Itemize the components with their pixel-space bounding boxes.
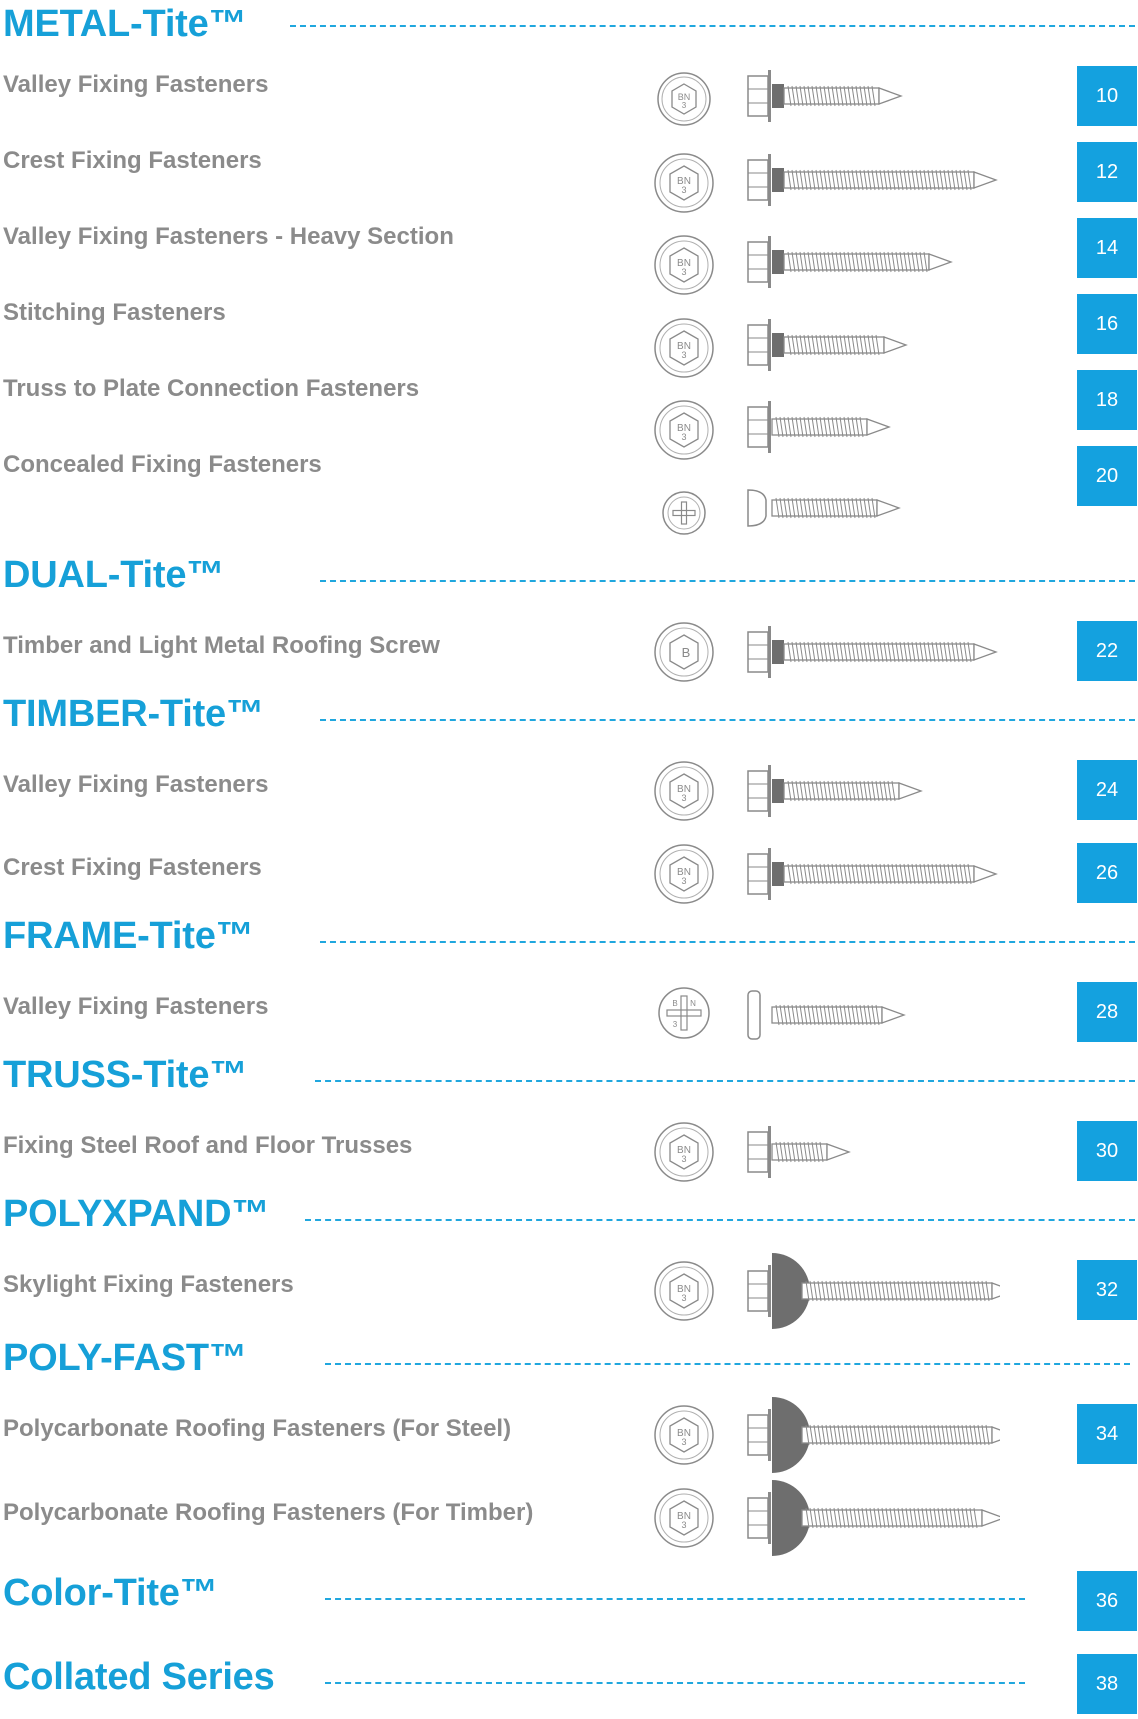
page-number-badge[interactable]: 22 [1077, 621, 1137, 681]
svg-text:3: 3 [673, 1020, 678, 1029]
page-number-badge[interactable]: 10 [1077, 66, 1137, 126]
page-number-badge[interactable]: 14 [1077, 218, 1137, 278]
section-divider [325, 1598, 1025, 1600]
item-label[interactable]: Polycarbonate Roofing Fasteners (For Ste… [3, 1414, 511, 1444]
hex-bn3-icon: BN 3 [654, 1405, 714, 1465]
page-number-badge[interactable]: 28 [1077, 982, 1137, 1042]
page-number-badge[interactable]: 34 [1077, 1404, 1137, 1464]
head-mark: 3 [681, 185, 686, 195]
item-label[interactable]: Valley Fixing Fasteners [3, 70, 268, 100]
item-label[interactable]: Concealed Fixing Fasteners [3, 450, 322, 480]
heavy-section-screw-icon [747, 236, 953, 288]
head-mark: 3 [681, 267, 686, 277]
section-heading-collated-series: Collated Series [3, 1656, 275, 1698]
hex-bn3-icon: BN 3 [654, 1261, 714, 1321]
hex-bn3-icon: BN 3 [654, 400, 714, 460]
truss-plate-screw-icon [747, 401, 891, 453]
hex-bn3-icon: BN 3 [654, 1122, 714, 1182]
head-mark: B [682, 645, 691, 660]
head-mark: 3 [681, 350, 686, 360]
page-number-badge[interactable]: 12 [1077, 142, 1137, 202]
dual-thread-screw-icon [747, 626, 998, 678]
head-mark: 3 [681, 876, 686, 886]
item-label[interactable]: Polycarbonate Roofing Fasteners (For Tim… [3, 1498, 533, 1528]
section-heading-poly-fast: POLY-FAST™ [3, 1337, 247, 1379]
section-heading-dual-tite: DUAL-Tite™ [3, 554, 225, 596]
hex-bn3-icon: BN 3 [654, 153, 714, 213]
section-divider [290, 25, 1135, 27]
section-heading-color-tite: Color-Tite™ [3, 1572, 218, 1614]
page-number-badge[interactable]: 26 [1077, 843, 1137, 903]
page-number-badge[interactable]: 38 [1077, 1654, 1137, 1714]
long-timber-screw-icon [747, 848, 998, 900]
hex-bn3-icon: BN 3 [654, 844, 714, 904]
hex-bn3-icon: BN 3 [654, 1488, 714, 1548]
phillips-bn3-icon: B N 3 [658, 987, 710, 1039]
item-label[interactable]: Fixing Steel Roof and Floor Trusses [3, 1131, 412, 1161]
head-mark: 3 [681, 1293, 686, 1303]
pan-head-screw-icon [747, 990, 906, 1040]
item-label[interactable]: Stitching Fasteners [3, 298, 226, 328]
head-mark: 3 [681, 432, 686, 442]
section-heading-frame-tite: FRAME-Tite™ [3, 915, 254, 957]
section-heading-polyxpand: POLYXPAND™ [3, 1193, 270, 1235]
short-truss-screw-icon [747, 1126, 851, 1178]
hex-bn3-icon: BN 3 [654, 318, 714, 378]
item-label[interactable]: Crest Fixing Fasteners [3, 853, 262, 883]
head-mark: 3 [681, 1437, 686, 1447]
hex-bn3-icon: BN 3 [657, 72, 711, 126]
item-label[interactable]: Valley Fixing Fasteners [3, 992, 268, 1022]
page-number-badge[interactable]: 18 [1077, 370, 1137, 430]
item-label[interactable]: Valley Fixing Fasteners - Heavy Section [3, 222, 454, 252]
section-divider [320, 580, 1135, 582]
stitching-screw-icon [747, 319, 908, 371]
section-divider [320, 941, 1135, 943]
item-label[interactable]: Crest Fixing Fasteners [3, 146, 262, 176]
self-drilling-screw-icon [747, 70, 903, 122]
svg-text:B: B [672, 999, 677, 1008]
head-mark: 3 [681, 1154, 686, 1164]
page-number-badge[interactable]: 32 [1077, 1260, 1137, 1320]
page-number-badge[interactable]: 30 [1077, 1121, 1137, 1181]
section-divider [305, 1219, 1135, 1221]
section-divider [325, 1682, 1025, 1684]
hex-bn3-icon: BN 3 [654, 761, 714, 821]
long-self-drilling-screw-icon [747, 154, 998, 206]
hex-bn3-icon: BN 3 [654, 235, 714, 295]
dome-washer-screw-icon [747, 1253, 1000, 1329]
head-mark: 3 [682, 101, 687, 110]
item-label[interactable]: Valley Fixing Fasteners [3, 770, 268, 800]
section-divider [325, 1363, 1130, 1365]
wafer-head-screw-icon [747, 489, 901, 527]
poly-steel-screw-icon [747, 1397, 1000, 1473]
hex-b-icon: B [654, 622, 714, 682]
section-heading-metal-tite: METAL-Tite™ [3, 3, 247, 45]
head-mark: 3 [681, 793, 686, 803]
section-heading-truss-tite: TRUSS-Tite™ [3, 1054, 248, 1096]
section-heading-timber-tite: TIMBER-Tite™ [3, 693, 264, 735]
poly-timber-screw-icon [747, 1480, 1000, 1556]
svg-text:N: N [690, 999, 696, 1008]
section-divider [320, 719, 1135, 721]
section-divider [315, 1080, 1135, 1082]
page-number-badge[interactable]: 24 [1077, 760, 1137, 820]
page-number-badge[interactable]: 20 [1077, 446, 1137, 506]
phillips-head-icon [662, 491, 706, 535]
timber-screw-icon [747, 765, 923, 817]
screw-illustrations [747, 70, 1000, 1556]
page-number-badge[interactable]: 16 [1077, 294, 1137, 354]
item-label[interactable]: Timber and Light Metal Roofing Screw [3, 631, 440, 661]
page-number-badge[interactable]: 36 [1077, 1571, 1137, 1631]
head-mark: 3 [681, 1520, 686, 1530]
item-label[interactable]: Truss to Plate Connection Fasteners [3, 374, 419, 404]
item-label[interactable]: Skylight Fixing Fasteners [3, 1270, 294, 1300]
